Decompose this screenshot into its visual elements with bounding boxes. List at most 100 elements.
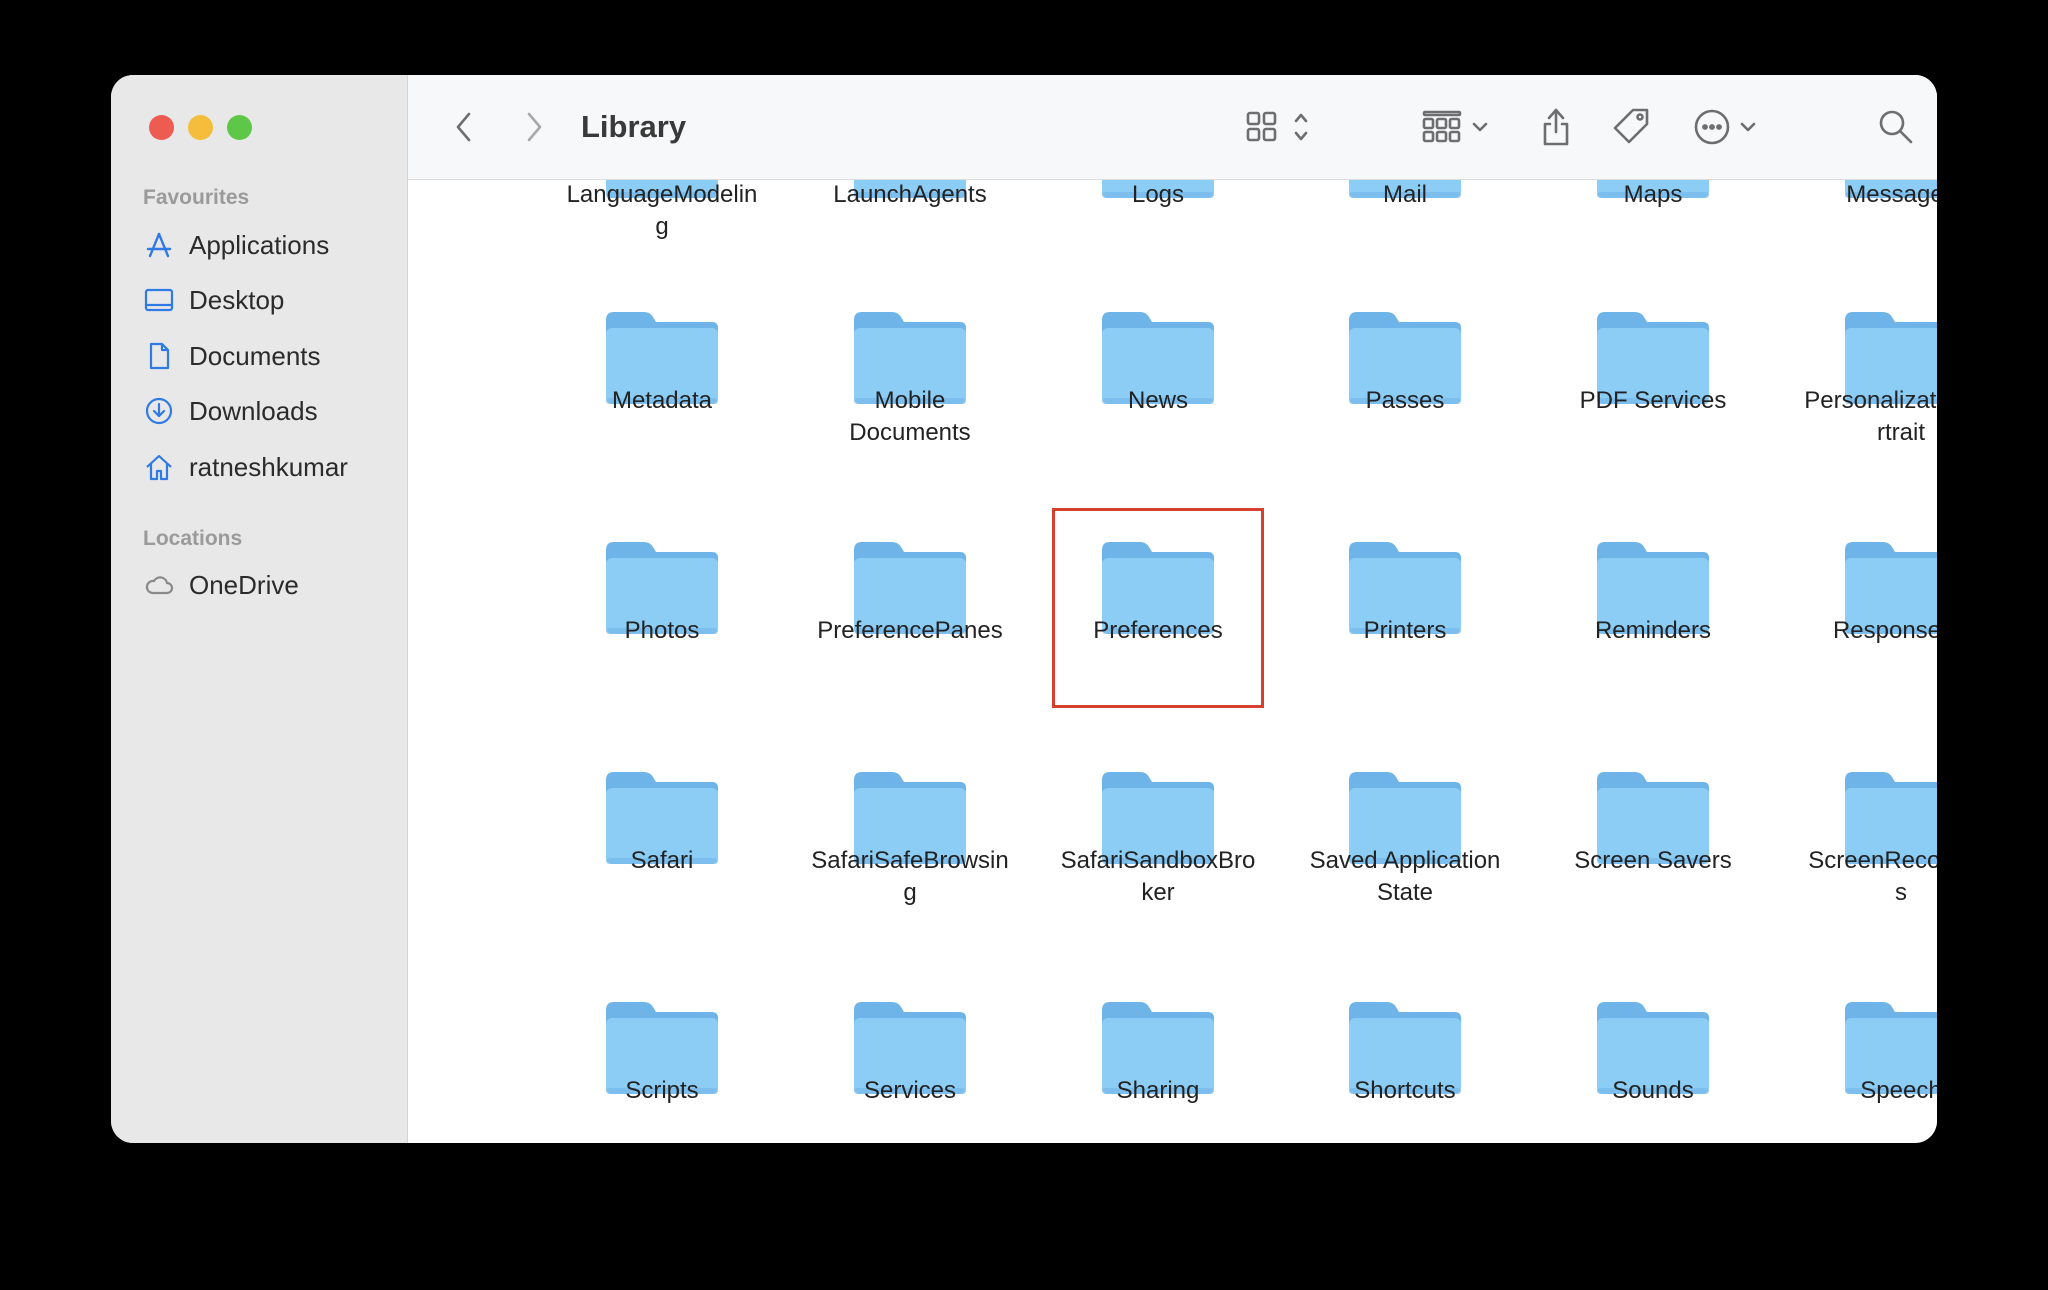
minimize-window-button[interactable] <box>188 115 213 140</box>
view-mode-button[interactable] <box>1244 105 1320 149</box>
chevron-left-icon <box>456 112 471 142</box>
folder-name: Passes <box>1365 387 1445 414</box>
forward-button[interactable] <box>514 105 554 149</box>
folder-name: Scripts <box>625 1077 699 1104</box>
folder-name: LanguageModelin g <box>566 181 758 240</box>
search-button[interactable] <box>1874 105 1918 149</box>
folder-item[interactable]: Screen Savers <box>1543 766 1763 877</box>
home-icon <box>143 451 175 483</box>
downloads-icon <box>143 395 175 427</box>
sidebar-item-onedrive[interactable]: OneDrive <box>143 563 393 607</box>
more-actions-button[interactable] <box>1692 105 1768 149</box>
sidebar: Favourites Applications Desktop Document… <box>111 75 408 1143</box>
folder-item[interactable]: Maps <box>1543 180 1763 211</box>
folder-item[interactable]: Sharing <box>1048 996 1268 1107</box>
folder-name: ResponseKit <box>1832 617 1937 644</box>
toolbar: Library <box>408 75 1937 180</box>
folder-name: Reminders <box>1594 617 1712 644</box>
chevron-right-icon <box>527 112 542 142</box>
desktop-icon <box>143 284 175 316</box>
folder-name: Maps <box>1623 181 1683 208</box>
folder-name: Speech <box>1860 1077 1937 1104</box>
folder-item[interactable]: Reminders <box>1543 536 1763 647</box>
folder-name: PDF Services <box>1579 387 1727 414</box>
folder-item[interactable]: Shortcuts <box>1295 996 1515 1107</box>
folder-item[interactable]: Passes <box>1295 306 1515 417</box>
sidebar-item-label: Documents <box>189 340 321 371</box>
folder-item[interactable]: Messages <box>1791 180 1937 211</box>
folder-name: News <box>1127 387 1188 414</box>
folder-item[interactable]: Printers <box>1295 536 1515 647</box>
folder-item[interactable]: LanguageModelin g <box>552 180 772 243</box>
folder-item[interactable]: Photos <box>552 536 772 647</box>
sidebar-item-downloads[interactable]: Downloads <box>143 389 393 433</box>
folder-item[interactable]: Scripts <box>552 996 772 1107</box>
folder-name: Sounds <box>1612 1077 1694 1104</box>
sidebar-item-label: Desktop <box>189 284 285 315</box>
maximize-window-button[interactable] <box>227 115 252 140</box>
main-pane: Library LanguageModelin g LaunchAgents L… <box>408 75 1937 1143</box>
folder-name: Shortcuts <box>1354 1077 1456 1104</box>
folder-name: Printers <box>1363 617 1447 644</box>
folder-item[interactable]: PreferencePanes <box>800 536 1020 647</box>
folder-item[interactable]: News <box>1048 306 1268 417</box>
share-button[interactable] <box>1534 105 1578 149</box>
sidebar-item-label: Downloads <box>189 395 318 426</box>
folder-item[interactable]: Services <box>800 996 1020 1107</box>
close-window-button[interactable] <box>149 115 174 140</box>
document-icon <box>143 340 175 372</box>
window-title: Library <box>581 109 687 144</box>
sidebar-item-documents[interactable]: Documents <box>143 334 393 378</box>
folder-item[interactable]: Speech <box>1791 996 1937 1107</box>
favourites-heading: Favourites <box>143 186 250 209</box>
group-by-button[interactable] <box>1420 105 1502 149</box>
grid-view-icon <box>1246 111 1308 142</box>
window-controls <box>149 115 252 140</box>
folder-name: SafariSandboxBro ker <box>1060 847 1256 906</box>
folder-name: Photos <box>624 617 700 644</box>
folder-item[interactable]: PersonalizationPo rtrait <box>1791 306 1937 449</box>
cloud-icon <box>143 569 175 601</box>
folder-item[interactable]: Metadata <box>552 306 772 417</box>
folder-item[interactable]: Logs <box>1048 180 1268 211</box>
folder-name: Services <box>863 1077 957 1104</box>
sidebar-item-desktop[interactable]: Desktop <box>143 278 393 322</box>
back-button[interactable] <box>444 105 484 149</box>
folder-item[interactable]: SafariSandboxBro ker <box>1048 766 1268 909</box>
folder-item[interactable]: ResponseKit <box>1791 536 1937 647</box>
folder-name: Sharing <box>1116 1077 1200 1104</box>
folder-item[interactable]: SafariSafeBrowsin g <box>800 766 1020 909</box>
locations-heading: Locations <box>143 527 243 550</box>
folder-name: Saved Application State <box>1309 847 1501 906</box>
folder-name: Screen Savers <box>1574 847 1732 874</box>
folder-name: LaunchAgents <box>833 181 987 208</box>
sidebar-item-label: ratneshkumar <box>189 451 348 482</box>
folder-name: Safari <box>630 847 694 874</box>
tag-button[interactable] <box>1610 105 1654 149</box>
folder-name: Messages <box>1846 181 1937 208</box>
folder-item[interactable]: Saved Application State <box>1295 766 1515 909</box>
folder-item[interactable]: ScreenRecording s <box>1791 766 1937 909</box>
selection-highlight <box>1052 508 1264 708</box>
more-icon <box>1694 109 1756 145</box>
group-by-icon <box>1422 110 1488 143</box>
folder-item[interactable]: Mobile Documents <box>800 306 1020 449</box>
search-icon <box>1879 110 1913 144</box>
file-grid: LanguageModelin g LaunchAgents Logs Mail Map… <box>408 180 1937 1143</box>
folder-name: Mobile Documents <box>849 387 971 446</box>
folder-name: PersonalizationPo rtrait <box>1804 387 1937 446</box>
folder-name: SafariSafeBrowsin g <box>811 847 1009 906</box>
tag-icon <box>1613 108 1649 144</box>
sidebar-item-label: OneDrive <box>189 569 299 600</box>
folder-item[interactable]: Mail <box>1295 180 1515 211</box>
folder-item[interactable]: Safari <box>552 766 772 877</box>
folder-item[interactable]: PDF Services <box>1543 306 1763 417</box>
folder-item[interactable]: LaunchAgents <box>800 180 1020 211</box>
folder-name: ScreenRecording s <box>1808 847 1937 906</box>
folder-item[interactable]: Sounds <box>1543 996 1763 1107</box>
applications-icon <box>143 229 175 261</box>
sidebar-item-home[interactable]: ratneshkumar <box>143 445 393 489</box>
sidebar-item-label: Applications <box>189 229 330 260</box>
share-icon <box>1543 108 1569 146</box>
sidebar-item-applications[interactable]: Applications <box>143 223 393 267</box>
